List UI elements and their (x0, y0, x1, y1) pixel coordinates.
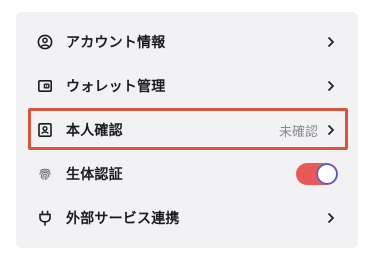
biometric-toggle[interactable] (296, 163, 338, 185)
settings-item-biometric: 生体認証 (16, 152, 358, 196)
settings-item-label: アカウント情報 (66, 35, 166, 51)
settings-item-wallet[interactable]: ウォレット管理 (16, 64, 358, 108)
settings-item-label: 生体認証 (66, 167, 123, 183)
fingerprint-icon (37, 166, 53, 182)
settings-item-label: 外部サービス連携 (66, 211, 180, 227)
account-circle-icon (37, 34, 53, 50)
settings-item-external-services[interactable]: 外部サービス連携 (16, 196, 358, 240)
settings-item-label: 本人確認 (66, 123, 123, 139)
id-badge-icon (37, 122, 53, 138)
chevron-right-icon (326, 79, 336, 93)
chevron-right-icon (326, 35, 336, 49)
chevron-right-icon (326, 123, 336, 137)
settings-item-account-info[interactable]: アカウント情報 (16, 20, 358, 64)
chevron-right-icon (326, 211, 336, 225)
settings-item-identity-verification[interactable]: 本人確認 未確認 (16, 108, 358, 152)
verification-status: 未確認 (278, 124, 318, 140)
settings-item-label: ウォレット管理 (66, 79, 166, 95)
plug-icon (37, 210, 53, 226)
toggle-knob (318, 165, 336, 183)
wallet-icon (37, 78, 53, 94)
